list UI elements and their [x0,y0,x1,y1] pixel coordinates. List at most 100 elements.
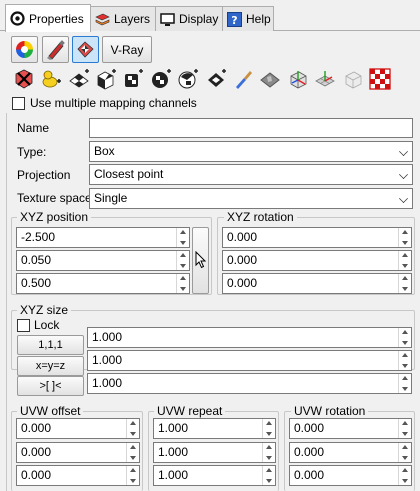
tab-properties[interactable]: Properties [5,4,91,32]
type-select[interactable]: Box [89,141,413,162]
layers-icon [95,12,110,27]
repeat-u-value: 1.000 [158,421,189,435]
checker-icon[interactable] [369,68,391,90]
size-y-input[interactable]: 1.000 [87,350,412,371]
texture-space-select-value: Single [94,191,128,205]
tab-help[interactable]: ? Help [222,6,274,31]
mouse-cursor-icon [195,251,207,269]
spinner-arrows-icon[interactable] [262,419,275,438]
tab-label: Help [246,12,271,26]
rotation-y-input[interactable]: 0.000 [222,250,412,271]
surface-mapping-icon[interactable] [177,68,199,90]
display-icon [160,12,175,27]
size-111-label: 1,1,1 [38,339,63,351]
size-x-value: 1.000 [92,330,123,344]
spinner-arrows-icon[interactable] [262,466,275,485]
texture-space-label: Texture space [17,191,92,205]
position-z-value: 0.500 [21,276,52,290]
panel-gutter [6,113,7,491]
position-x-input[interactable]: -2.500 [16,227,190,248]
paint-tube-icon [47,40,65,60]
uvw-rotation-u-value: 0.000 [294,421,325,435]
spinner-arrows-icon[interactable] [398,328,411,347]
type-label: Type: [17,145,47,159]
rotation-x-input[interactable]: 0.000 [222,227,412,248]
box-mapping-icon[interactable] [95,68,117,90]
grid-faded-icon[interactable] [342,68,364,90]
lock-checkbox[interactable] [17,319,30,332]
repeat-u-input[interactable]: 1.000 [153,418,276,439]
projection-label: Projection [17,168,71,182]
uvw-rotation-u-input[interactable]: 0.000 [289,418,412,439]
offset-u-value: 0.000 [21,421,52,435]
tab-layers[interactable]: Layers [90,6,156,31]
spinner-arrows-icon[interactable] [398,351,411,370]
size-x-input[interactable]: 1.000 [87,327,412,348]
size-fit-button[interactable]: >[ ]< [17,376,84,396]
tab-label: Display [179,12,219,26]
spinner-arrows-icon[interactable] [398,274,411,293]
size-111-button[interactable]: 1,1,1 [17,335,84,355]
grid-widget-icon[interactable] [314,68,336,90]
spinner-arrows-icon[interactable] [398,374,411,393]
spinner-arrows-icon[interactable] [126,419,139,438]
texture-mapping-button[interactable] [72,36,99,63]
box-widget-icon[interactable] [287,68,309,90]
chevron-down-icon [399,147,408,156]
uvw-rotation-v-value: 0.000 [294,445,325,459]
offset-v-input[interactable]: 0.000 [16,442,140,463]
cylinder-mapping-icon[interactable] [122,68,144,90]
tab-display[interactable]: Display [155,6,223,31]
spinner-arrows-icon[interactable] [176,274,189,293]
rotation-z-value: 0.000 [227,276,258,290]
show-mapping-icon[interactable] [259,68,281,90]
name-label: Name [17,121,50,135]
type-select-value: Box [94,144,115,158]
spinner-arrows-icon[interactable] [126,466,139,485]
spinner-arrows-icon[interactable] [126,443,139,462]
spinner-arrows-icon[interactable] [398,466,411,485]
properties-icon [10,11,25,26]
spinner-arrows-icon[interactable] [398,443,411,462]
size-z-input[interactable]: 1.000 [87,373,412,394]
planar-mapping-icon[interactable] [68,68,90,90]
capped-mapping-icon[interactable] [205,68,227,90]
spinner-arrows-icon[interactable] [398,228,411,247]
uvw-repeat-title: UVW repeat [154,404,226,418]
position-z-input[interactable]: 0.500 [16,273,190,294]
xyz-position-title: XYZ position [17,210,92,224]
spinner-arrows-icon[interactable] [176,228,189,247]
chevron-down-icon [399,170,408,179]
rotation-z-input[interactable]: 0.000 [222,273,412,294]
multi-channel-checkbox[interactable] [12,97,25,110]
material-button[interactable] [42,36,69,63]
offset-u-input[interactable]: 0.000 [16,418,140,439]
repeat-w-input[interactable]: 1.000 [153,465,276,486]
size-equal-button[interactable]: x=y=z [17,356,84,376]
repeat-v-input[interactable]: 1.000 [153,442,276,463]
vray-label: V-Ray [110,42,144,57]
uvw-rotation-w-input[interactable]: 0.000 [289,465,412,486]
vray-button[interactable]: V-Ray [102,36,152,63]
projection-select[interactable]: Closest point [89,164,413,185]
spinner-arrows-icon[interactable] [398,251,411,270]
spinner-arrows-icon[interactable] [398,419,411,438]
size-fit-label: >[ ]< [39,380,62,392]
spinner-arrows-icon[interactable] [262,443,275,462]
brush-icon[interactable] [232,68,254,90]
name-field[interactable] [89,118,413,138]
rotation-x-value: 0.000 [227,230,258,244]
sphere-mapping-icon[interactable] [150,68,172,90]
texture-space-select[interactable]: Single [89,188,413,209]
uvw-offset-title: UVW offset [17,404,84,418]
add-mapping-icon[interactable] [40,68,62,90]
spinner-arrows-icon[interactable] [176,251,189,270]
uvw-rotation-v-input[interactable]: 0.000 [289,442,412,463]
remove-mapping-icon[interactable] [13,68,35,90]
position-y-input[interactable]: 0.050 [16,250,190,271]
rotation-y-value: 0.000 [227,253,258,267]
offset-w-input[interactable]: 0.000 [16,465,140,486]
offset-v-value: 0.000 [21,445,52,459]
xyz-rotation-title: XYZ rotation [224,210,297,224]
object-properties-button[interactable] [11,36,38,63]
